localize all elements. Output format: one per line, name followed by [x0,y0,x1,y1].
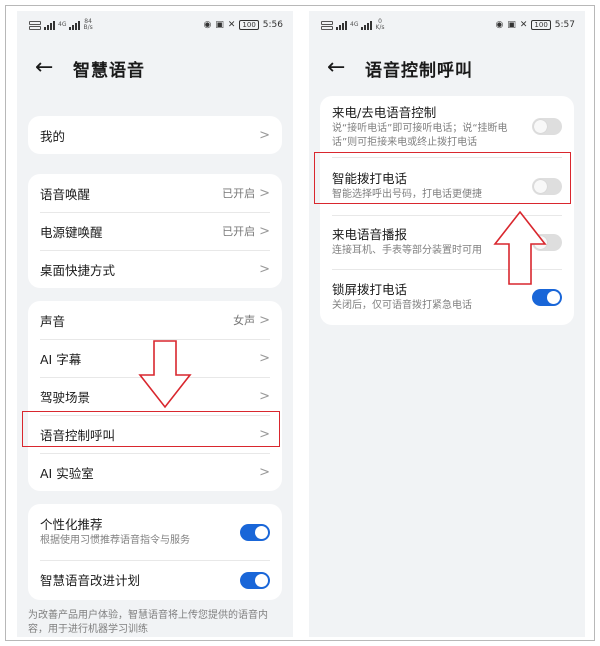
chevron-right-icon: > [259,388,270,404]
eye-icon: ◉ [203,19,212,30]
arrow-left-icon[interactable]: ← [327,57,357,79]
smart-dial-toggle[interactable] [532,177,562,195]
network-type-label: 4G [350,21,359,28]
settings-group-wake: 语音唤醒 已开启 > 电源键唤醒 已开启 > 桌面快捷方式 > [28,174,282,288]
vibrate-icon: ▣ [507,19,516,30]
right-phone-screen: 4G 0 K/s ◉ ▣ ✕ 100 5:57 ← 语音控制呼叫 来电/去电语音… [309,11,585,637]
settings-row-driving-scene[interactable]: 驾驶场景 > [28,377,282,415]
settings-group-toggles: 个性化推荐 根据使用习惯推荐语音指令与服务 智慧语音改进计划 [28,504,282,600]
row-value: 女声 [233,314,256,327]
call-settings-card: 来电/去电语音控制 说“接听电话”即可接听电话；说“挂断电话”则可拒接来电或终止… [320,96,574,325]
incoming-announce-toggle[interactable] [532,233,562,251]
chevron-right-icon: > [259,223,270,239]
page-header: ← 智慧语音 [17,49,293,87]
chevron-right-icon: > [259,185,270,201]
battery-icon: 100 [239,20,259,30]
sim-icon [29,20,41,30]
chevron-right-icon: > [259,464,270,480]
chevron-right-icon: > [259,426,270,442]
settings-row-ai-subtitle[interactable]: AI 字幕 > [28,339,282,377]
eye-icon: ◉ [495,19,504,30]
sim-icon [321,20,333,30]
settings-group-my: 我的 > [28,116,282,154]
settings-row-voice-call-control[interactable]: 语音控制呼叫 > [28,415,282,453]
chevron-right-icon: > [259,350,270,366]
call-voice-control-toggle[interactable] [532,118,562,135]
settings-row-sound[interactable]: 声音 女声 > [28,301,282,339]
signal-icon [361,20,373,30]
toggle-row-improvement-plan: 智慧语音改进计划 [28,560,282,600]
network-type-label: 4G [58,21,67,28]
left-phone-screen: 4G 84 B/s ◉ ▣ ✕ 100 5:56 ← 智慧语音 我的 > 语音唤… [17,11,293,637]
toggle-row-personalized: 个性化推荐 根据使用习惯推荐语音指令与服务 [28,504,282,560]
network-speed: 84 B/s [83,18,93,31]
toggle-row-lockscreen-dial: 锁屏拨打电话 关闭后，仅可语音拨打紧急电话 [320,269,574,325]
page-title: 智慧语音 [73,60,145,81]
status-time: 5:56 [262,20,283,30]
screenshot-frame: 4G 84 B/s ◉ ▣ ✕ 100 5:56 ← 智慧语音 我的 > 语音唤… [5,5,595,641]
status-time: 5:57 [554,20,575,30]
settings-group-features: 声音 女声 > AI 字幕 > 驾驶场景 > 语音控制呼叫 > AI 实验室 > [28,301,282,491]
lockscreen-dial-toggle[interactable] [532,288,562,306]
toggle-row-call-voice-control: 来电/去电语音控制 说“接听电话”即可接听电话；说“挂断电话”则可拒接来电或终止… [320,96,574,157]
settings-row-ai-lab[interactable]: AI 实验室 > [28,453,282,491]
page-header: ← 语音控制呼叫 [309,49,585,87]
page-title: 语音控制呼叫 [365,60,473,81]
settings-row-voice-wake[interactable]: 语音唤醒 已开启 > [28,174,282,212]
vibrate-icon: ▣ [215,19,224,30]
status-bar: 4G 84 B/s ◉ ▣ ✕ 100 5:56 [17,11,293,39]
mute-icon: ✕ [519,19,528,30]
signal-icon [69,20,81,30]
signal-icon [44,20,55,30]
network-speed: 0 K/s [375,18,385,31]
row-value: 已开启 [222,187,256,200]
settings-row-my[interactable]: 我的 > [28,116,282,154]
settings-row-power-key-wake[interactable]: 电源键唤醒 已开启 > [28,212,282,250]
personalized-toggle[interactable] [240,523,270,541]
chevron-right-icon: > [259,312,270,328]
row-value: 已开启 [222,225,256,238]
chevron-right-icon: > [259,261,270,277]
arrow-left-icon[interactable]: ← [35,57,65,79]
battery-icon: 100 [531,20,551,30]
status-bar: 4G 0 K/s ◉ ▣ ✕ 100 5:57 [309,11,585,39]
toggle-row-incoming-announce: 来电语音播报 连接耳机、手表等部分装置时可用 [320,215,574,269]
chevron-right-icon: > [259,127,270,143]
signal-icon [336,20,347,30]
privacy-footnote: 为改善产品用户体验，智慧语音将上传您提供的语音内容，用于进行机器学习训练 [28,610,268,635]
settings-row-desktop-shortcut[interactable]: 桌面快捷方式 > [28,250,282,288]
toggle-row-smart-dial: 智能拨打电话 智能选择呼出号码，打电话更便捷 [320,157,574,215]
improvement-plan-toggle[interactable] [240,571,270,589]
mute-icon: ✕ [227,19,236,30]
